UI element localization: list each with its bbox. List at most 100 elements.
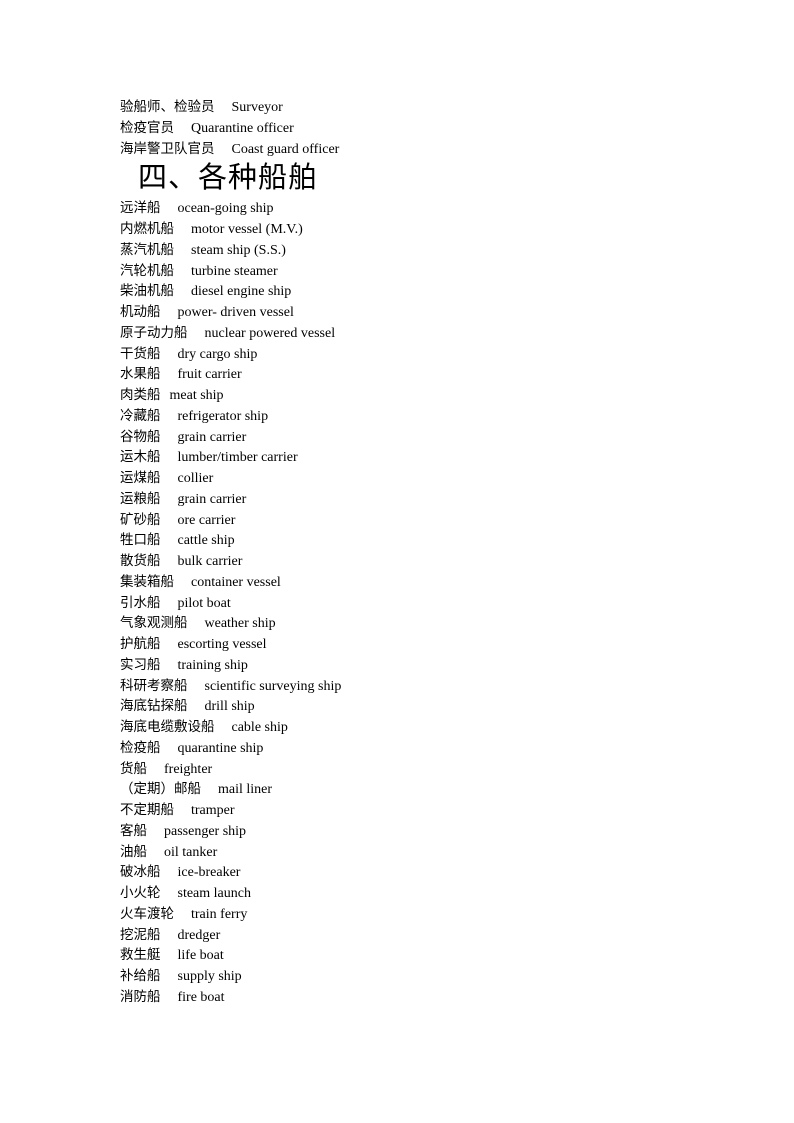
term-chinese: 破冰船 — [120, 864, 161, 881]
term-chinese: 干货船 — [120, 345, 161, 362]
term-chinese: 不定期船 — [120, 802, 174, 818]
term-english: grain carrier — [177, 491, 247, 507]
vocab-entry: 散货船 bulk carrier — [120, 551, 720, 572]
vocab-entry: 检疫船 quarantine ship — [120, 738, 720, 759]
term-english: cable ship — [231, 720, 288, 735]
term-chinese: （定期）邮船 — [120, 781, 201, 798]
term-english: steam ship (S.S.) — [191, 242, 286, 258]
vocab-entry: 海底钻探船 drill ship — [120, 696, 720, 717]
term-chinese: 挖泥船 — [120, 926, 161, 943]
term-chinese: 海岸警卫队官员 — [120, 140, 215, 157]
term-english: motor vessel (M.V.) — [191, 222, 303, 237]
term-chinese: 运粮船 — [120, 490, 161, 507]
document-page: 验船师、检验员 Surveyor 检疫官员 Quarantine officer 海… — [120, 97, 720, 1008]
term-english: training ship — [177, 657, 248, 673]
vocab-entry: 肉类船 meat ship — [120, 385, 720, 406]
vocab-entry: 消防船 fire boat — [120, 987, 720, 1008]
term-chinese: 散货船 — [120, 553, 161, 569]
term-chinese: 检疫船 — [120, 739, 161, 756]
vocab-entry: 汽轮机船 turbine steamer — [120, 261, 720, 282]
term-english: turbine steamer — [191, 263, 278, 279]
term-chinese: 小火轮 — [120, 885, 161, 901]
vocab-entry: 柴油机船 diesel engine ship — [120, 281, 720, 302]
term-chinese: 实习船 — [120, 656, 161, 673]
term-english: power- driven vessel — [177, 305, 294, 320]
term-chinese: 集装箱船 — [120, 573, 174, 590]
term-english: dredger — [177, 927, 221, 943]
term-english: Surveyor — [231, 100, 283, 115]
vocab-entry: 原子动力船 nuclear powered vessel — [120, 323, 720, 344]
term-english: diesel engine ship — [191, 284, 292, 300]
vocab-entry: 小火轮 steam launch — [120, 883, 720, 904]
vocab-entry: 补给船 supply ship — [120, 966, 720, 987]
term-chinese: 矿砂船 — [120, 511, 161, 528]
vocab-entry: 冷藏船 refrigerator ship — [120, 406, 720, 427]
vocab-entry: 机动船 power- driven vessel — [120, 302, 720, 323]
term-chinese: 科研考察船 — [120, 677, 188, 694]
term-chinese: 海底钻探船 — [120, 698, 188, 715]
term-chinese: 引水船 — [120, 594, 161, 611]
term-english: drill ship — [204, 699, 255, 715]
term-english: lumber/timber carrier — [177, 450, 298, 466]
vocab-entry: 海岸警卫队官员 Coast guard officer — [120, 139, 720, 160]
vocab-entry: 不定期船 tramper — [120, 800, 720, 821]
vocab-entry: 火车渡轮 train ferry — [120, 904, 720, 925]
term-chinese: 汽轮机船 — [120, 262, 174, 279]
term-english: container vessel — [191, 574, 281, 590]
vocab-entry: 破冰船 ice-breaker — [120, 862, 720, 883]
term-chinese: 内燃机船 — [120, 221, 174, 237]
vocab-entry: 科研考察船 scientific surveying ship — [120, 676, 720, 697]
term-english: ore carrier — [177, 512, 236, 528]
vocab-entry: 运木船 lumber/timber carrier — [120, 447, 720, 468]
term-chinese: 机动船 — [120, 304, 161, 320]
term-english: collier — [177, 471, 214, 486]
vocab-entry: 救生艇 life boat — [120, 945, 720, 966]
term-english: ice-breaker — [177, 865, 241, 881]
term-english: oil tanker — [164, 844, 218, 860]
term-chinese: 运木船 — [120, 449, 161, 466]
term-chinese: 牲口船 — [120, 532, 161, 549]
vocab-entry: 客船 passenger ship — [120, 821, 720, 842]
vocab-entry: 矿砂船 ore carrier — [120, 510, 720, 531]
term-chinese: 检疫官员 — [120, 119, 174, 136]
vocab-entry: （定期）邮船 mail liner — [120, 779, 720, 800]
term-english: mail liner — [218, 782, 273, 798]
term-english: ocean-going ship — [177, 201, 274, 217]
term-chinese: 远洋船 — [120, 200, 161, 217]
vocab-entry: 谷物船 grain carrier — [120, 427, 720, 448]
vocab-entry: 油船 oil tanker — [120, 842, 720, 863]
term-english: supply ship — [177, 969, 242, 984]
term-english: fire boat — [177, 989, 225, 1005]
term-chinese: 验船师、检验员 — [120, 99, 215, 115]
term-english: steam launch — [177, 886, 251, 901]
vocab-entry: 水果船 fruit carrier — [120, 364, 720, 385]
term-english: cattle ship — [177, 533, 235, 549]
vocab-entry: 内燃机船 motor vessel (M.V.) — [120, 219, 720, 240]
vocab-entry: 实习船 training ship — [120, 655, 720, 676]
vocab-entry: 牲口船 cattle ship — [120, 530, 720, 551]
term-english: passenger ship — [164, 823, 247, 839]
term-english: fruit carrier — [177, 367, 242, 383]
vocab-entry: 运粮船 grain carrier — [120, 489, 720, 510]
term-chinese: 客船 — [120, 822, 147, 839]
vocab-entry: 干货船 dry cargo ship — [120, 344, 720, 365]
term-english: scientific surveying ship — [204, 678, 342, 694]
term-chinese: 护航船 — [120, 636, 161, 652]
term-chinese: 柴油机船 — [120, 283, 174, 300]
ship-types-list: 远洋船 ocean-going ship 内燃机船 motor vessel (M.V… — [120, 198, 720, 1007]
term-english: quarantine ship — [177, 740, 264, 756]
term-english: meat ship — [169, 388, 224, 403]
term-chinese: 油船 — [120, 843, 147, 860]
vocab-entry: 气象观测船 weather ship — [120, 613, 720, 634]
term-english: nuclear powered vessel — [204, 325, 336, 341]
term-english: tramper — [191, 803, 235, 818]
term-english: Quarantine officer — [191, 120, 294, 136]
vocab-entry: 货船 freighter — [120, 759, 720, 780]
term-chinese: 原子动力船 — [120, 324, 188, 341]
term-english: dry cargo ship — [177, 346, 258, 362]
term-chinese: 消防船 — [120, 988, 161, 1005]
term-english: refrigerator ship — [177, 408, 269, 424]
vocab-entry: 护航船 escorting vessel — [120, 634, 720, 655]
vocab-entry: 运煤船 collier — [120, 468, 720, 489]
term-chinese: 肉类船 — [120, 387, 161, 403]
